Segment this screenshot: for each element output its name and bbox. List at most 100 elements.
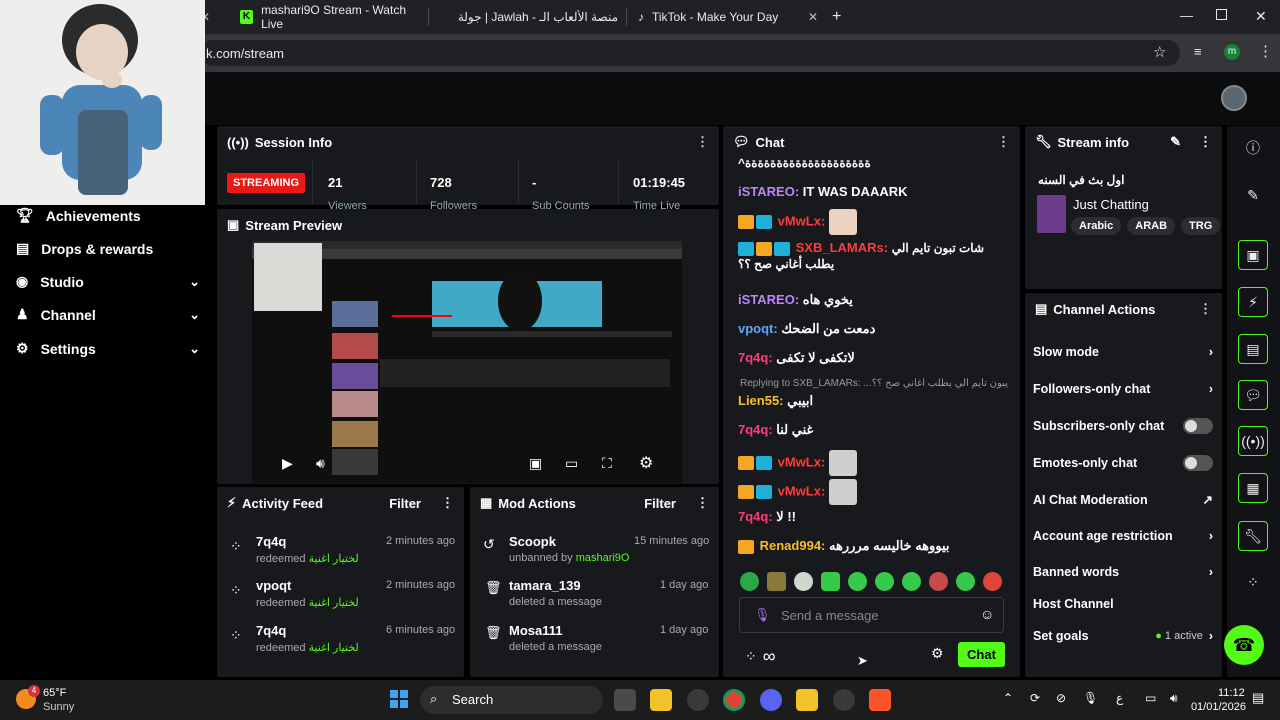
emote-icon[interactable]: [875, 572, 894, 591]
bolt-icon: ⚡︎: [227, 495, 237, 510]
emote-icon[interactable]: [821, 572, 840, 591]
more-options-icon[interactable]: ⋮: [1199, 134, 1212, 150]
more-options-icon[interactable]: ⋮: [696, 134, 709, 150]
host-channel-row[interactable]: Host Channel: [1033, 597, 1213, 611]
sidebar-item-settings[interactable]: ⚙ Settings ⌄: [16, 340, 200, 357]
sidebar-item-channel[interactable]: ♟ Channel ⌄: [16, 306, 200, 323]
chat-input[interactable]: 🎙︎ Send a message ☺: [739, 597, 1004, 633]
subscribers-only-row[interactable]: Subscribers-only chat: [1033, 418, 1213, 434]
send-chat-button[interactable]: Chat: [958, 642, 1005, 667]
chat-toggle-icon[interactable]: 💬︎: [1238, 380, 1268, 410]
emote-icon[interactable]: [848, 572, 867, 591]
filter-button[interactable]: Filter: [389, 496, 421, 511]
media-icon[interactable]: ≡: [1194, 44, 1202, 59]
more-options-icon[interactable]: ⋮: [997, 134, 1010, 150]
app-icon[interactable]: [687, 689, 709, 711]
star-icon[interactable]: ☆: [1153, 43, 1166, 61]
filter-button[interactable]: Filter: [644, 496, 676, 511]
task-view-icon[interactable]: [614, 689, 636, 711]
subscribers-only-toggle[interactable]: [1183, 418, 1213, 434]
theater-icon[interactable]: ▭: [565, 455, 578, 472]
menu-icon[interactable]: ⋮: [1258, 42, 1273, 60]
discord-icon[interactable]: [760, 689, 782, 711]
account-age-row[interactable]: Account age restriction ›: [1033, 529, 1213, 543]
channel-points[interactable]: ⁘ ∞: [745, 646, 776, 667]
edit-icon[interactable]: ✎: [1170, 134, 1181, 150]
sync-icon[interactable]: ⟳: [1030, 691, 1040, 705]
emote-icon[interactable]: [929, 572, 948, 591]
chrome-icon[interactable]: [723, 689, 745, 711]
fullscreen-icon[interactable]: ⛶: [602, 455, 612, 472]
volume-tray-icon[interactable]: 🔊︎: [1170, 691, 1178, 706]
browser-tab-tiktok[interactable]: ♪ TikTok - Make Your Day ✕: [630, 4, 826, 30]
language-indicator[interactable]: ع: [1116, 691, 1123, 705]
taskbar-search[interactable]: ⌕ Search: [420, 686, 603, 714]
preview-toggle-icon[interactable]: ▣: [1238, 240, 1268, 270]
subs-count: -: [532, 175, 537, 190]
sidebar-item-drops[interactable]: ▤ Drops & rewards: [16, 240, 200, 257]
minimize-button[interactable]: —: [1180, 8, 1193, 23]
clock-date[interactable]: 01/01/2026: [1190, 701, 1246, 713]
tag[interactable]: Arabic: [1071, 217, 1122, 235]
slow-mode-row[interactable]: Slow mode ›: [1033, 345, 1213, 359]
pip-icon[interactable]: ▣: [529, 455, 542, 472]
points-icon[interactable]: ⁘: [1238, 567, 1268, 597]
mic-tray-icon[interactable]: 🎙︎: [1083, 691, 1098, 705]
browser-tab-jawlah[interactable]: منصة الألعاب الـ - Jawlah | جولة: [430, 4, 626, 30]
followers-only-row[interactable]: Followers-only chat ›: [1033, 382, 1213, 396]
network-icon[interactable]: ⊘: [1056, 691, 1066, 705]
banned-words-row[interactable]: Banned words ›: [1033, 565, 1213, 579]
tag[interactable]: ARAB: [1127, 217, 1176, 235]
emoji-icon[interactable]: ☺: [980, 606, 994, 622]
clock-time[interactable]: 11:12: [1218, 687, 1245, 699]
close-window-button[interactable]: ✕: [1255, 8, 1267, 25]
emote-icon[interactable]: [983, 572, 1002, 591]
browser-tab-kick[interactable]: K mashari9O Stream - Watch Live: [232, 3, 428, 31]
user-avatar[interactable]: [1221, 85, 1247, 111]
emotes-only-toggle[interactable]: [1183, 455, 1213, 471]
emote-icon[interactable]: [902, 572, 921, 591]
stream-video[interactable]: ▶ 🔊︎ ▣ ▭ ⛶ ⚙: [252, 241, 682, 483]
settings-gear-icon[interactable]: ⚙: [639, 453, 653, 473]
microphone-icon[interactable]: 🎙︎: [754, 607, 771, 623]
new-tab-button[interactable]: +: [832, 8, 841, 26]
brave-icon[interactable]: [869, 689, 891, 711]
ai-moderation-row[interactable]: AI Chat Moderation ↗: [1033, 492, 1213, 508]
sidebar-item-studio[interactable]: ◉ Studio ⌄: [16, 273, 200, 290]
emote-icon[interactable]: [956, 572, 975, 591]
profile-avatar[interactable]: m: [1224, 44, 1240, 60]
activity-toggle-icon[interactable]: ⚡︎: [1238, 287, 1268, 317]
emote-icon[interactable]: [767, 572, 786, 591]
notes-icon[interactable]: [796, 689, 818, 711]
emote-icon[interactable]: [740, 572, 759, 591]
info-icon[interactable]: ⓘ: [1238, 133, 1268, 163]
wrench-toggle-icon[interactable]: 🔧︎: [1238, 521, 1268, 551]
more-options-icon[interactable]: ⋮: [696, 495, 709, 511]
category-thumbnail[interactable]: [1037, 195, 1066, 233]
volume-icon[interactable]: 🔊︎: [316, 455, 325, 472]
maximize-button[interactable]: [1216, 9, 1227, 20]
close-tab-icon[interactable]: ✕: [808, 10, 818, 24]
broadcast-toggle-icon[interactable]: ((•)): [1238, 426, 1268, 456]
mod-toggle-icon[interactable]: ▦: [1238, 473, 1268, 503]
more-options-icon[interactable]: ⋮: [441, 495, 454, 511]
play-icon[interactable]: ▶: [282, 455, 293, 472]
obs-icon[interactable]: [833, 689, 855, 711]
set-goals-row[interactable]: Set goals ● 1 active ›: [1033, 629, 1213, 643]
tray-chevron-icon[interactable]: ⌃: [1003, 691, 1013, 705]
notification-icon[interactable]: ▤: [1252, 690, 1264, 706]
url-field[interactable]: k.com/stream: [200, 40, 1180, 66]
chat-settings-icon[interactable]: ⚙: [931, 645, 944, 662]
emote-icon[interactable]: [794, 572, 813, 591]
windows-start-icon[interactable]: [390, 690, 408, 708]
support-headset-icon[interactable]: ☎: [1224, 625, 1264, 665]
edit-icon[interactable]: ✎: [1238, 180, 1268, 210]
wifi-icon[interactable]: ▭: [1145, 691, 1156, 705]
sidebar-item-achievements[interactable]: 🏆︎ Achievements: [16, 207, 200, 224]
tag[interactable]: TRG: [1181, 217, 1221, 235]
file-explorer-icon[interactable]: [650, 689, 672, 711]
category-name[interactable]: Just Chatting: [1073, 197, 1149, 212]
emotes-only-row[interactable]: Emotes-only chat: [1033, 455, 1213, 471]
session-toggle-icon[interactable]: ▤: [1238, 334, 1268, 364]
more-options-icon[interactable]: ⋮: [1199, 301, 1212, 317]
